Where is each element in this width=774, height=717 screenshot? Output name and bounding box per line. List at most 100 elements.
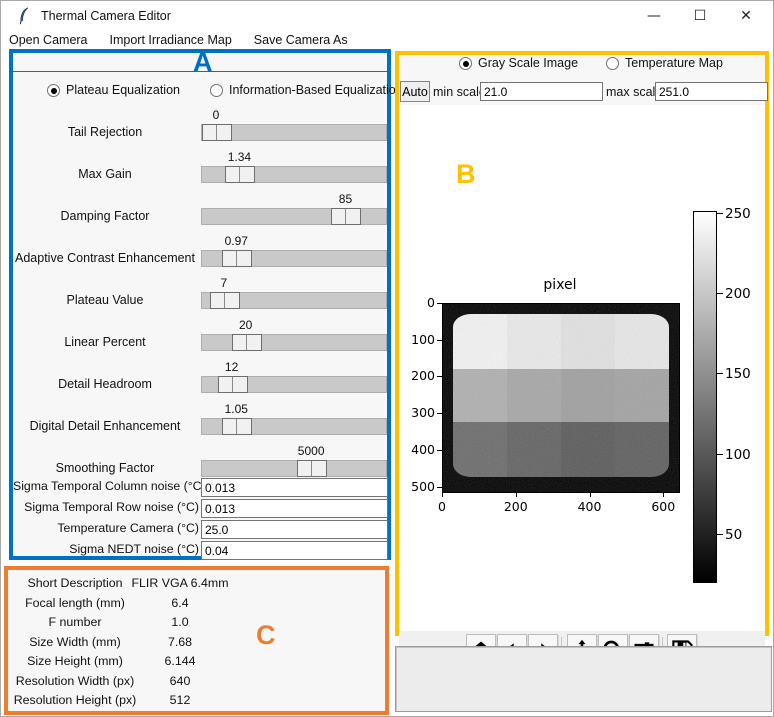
x-axis-tick-mark [590, 492, 591, 497]
slider-value: 0 [176, 108, 256, 122]
entry-label: Sigma Temporal Column noise (°C) [13, 478, 199, 495]
title-bar: Thermal Camera Editor — ☐ ✕ [1, 1, 773, 31]
radio-temperature-map[interactable] [606, 57, 619, 70]
thermal-test-image [453, 314, 669, 477]
colorbar-tick-label: 100 [725, 449, 765, 461]
slider-value: 12 [192, 360, 272, 374]
slider-label: Damping Factor [13, 208, 197, 225]
slider-handle[interactable] [202, 124, 232, 141]
radio-temperature-map-label: Temperature Map [625, 56, 723, 71]
slider-handle[interactable] [222, 250, 252, 267]
image-patch [561, 369, 615, 421]
close-icon[interactable]: ✕ [723, 1, 769, 31]
slider-handle[interactable] [218, 376, 248, 393]
menu-open-camera[interactable]: Open Camera [1, 31, 99, 49]
colorbar-tick-mark [717, 454, 723, 455]
entry-field[interactable] [201, 499, 388, 518]
slider-value: 7 [184, 276, 264, 290]
annotation-letter-c: C [256, 622, 276, 649]
slider-track[interactable] [201, 460, 387, 477]
camera-info-value: 640 [120, 672, 240, 690]
slider-label: Detail Headroom [13, 376, 197, 393]
slider-label: Linear Percent [13, 334, 197, 351]
max-scale-input[interactable] [655, 82, 768, 101]
image-patch [507, 314, 561, 369]
menu-save-camera-as[interactable]: Save Camera As [243, 31, 359, 49]
minimize-icon[interactable]: — [631, 1, 677, 31]
annotation-letter-a: A [193, 49, 213, 76]
slider-value: 1.05 [196, 402, 276, 416]
section-c-panel: C Short DescriptionFLIR VGA 6.4mmFocal l… [4, 566, 389, 715]
entry-field[interactable] [201, 478, 388, 497]
slider-label: Digital Detail Enhancement [13, 418, 197, 435]
radio-information-based-equalization-label: Information-Based Equalization [229, 83, 403, 98]
entry-label: Temperature Camera (°C) [13, 520, 199, 537]
x-axis-tick-mark [663, 492, 664, 497]
slider-handle[interactable] [225, 166, 255, 183]
entry-label: Sigma NEDT noise (°C) [13, 541, 199, 558]
plot-title: pixel [442, 277, 678, 293]
menu-import-irradiance-map[interactable]: Import Irradiance Map [99, 31, 243, 49]
slider-track[interactable] [201, 334, 387, 351]
colorbar [693, 211, 717, 583]
slider-label: Plateau Value [13, 292, 197, 309]
y-axis-tick-mark [437, 340, 442, 341]
entry-label: Sigma Temporal Row noise (°C) [13, 499, 199, 516]
slider-label: Max Gain [13, 166, 197, 183]
plot-axes [442, 303, 680, 493]
image-patch [507, 422, 561, 477]
slider-handle[interactable] [331, 208, 361, 225]
slider-handle[interactable] [222, 418, 252, 435]
slider-track[interactable] [201, 124, 387, 141]
entry-field[interactable] [201, 541, 388, 560]
slider-track[interactable] [201, 250, 387, 267]
colorbar-tick-mark [717, 293, 723, 294]
y-axis-tick-label: 200 [405, 370, 435, 382]
x-axis-tick-label: 0 [422, 499, 462, 514]
radio-information-based-equalization[interactable] [210, 84, 223, 97]
window-controls: — ☐ ✕ [631, 1, 769, 31]
radio-gray-scale-image[interactable] [459, 57, 472, 70]
colorbar-tick-mark [717, 534, 723, 535]
annotation-letter-b: B [456, 161, 476, 188]
slider-handle[interactable] [232, 334, 262, 351]
y-axis-tick-label: 400 [405, 444, 435, 456]
y-axis-tick-label: 0 [405, 297, 435, 309]
camera-info-value: 6.144 [120, 652, 240, 670]
colorbar-tick-label: 200 [725, 288, 765, 300]
slider-handle[interactable] [210, 292, 240, 309]
slider-track[interactable] [201, 208, 387, 225]
auto-button[interactable]: Auto [400, 81, 430, 102]
slider-value: 5000 [271, 444, 351, 458]
slider-handle[interactable] [297, 460, 327, 477]
section-b-panel: B Gray Scale Image Temperature Map Auto … [395, 51, 769, 636]
slider-value: 1.34 [199, 150, 279, 164]
image-patch [453, 314, 507, 369]
maximize-icon[interactable]: ☐ [677, 1, 723, 31]
image-patch [453, 422, 507, 477]
slider-track[interactable] [201, 418, 387, 435]
x-axis-tick-label: 200 [496, 499, 536, 514]
colorbar-tick-mark [717, 213, 723, 214]
radio-plateau-equalization[interactable] [47, 84, 60, 97]
status-output-panel [395, 646, 772, 712]
slider-value: 20 [206, 318, 286, 332]
slider-track[interactable] [201, 166, 387, 183]
matplotlib-figure: pixel 0100200300400500 0200400600 250200… [399, 105, 765, 632]
y-axis-tick-label: 100 [405, 334, 435, 346]
min-scale-label: min scale [433, 82, 486, 102]
tk-feather-icon [17, 7, 32, 25]
camera-info-value: 512 [120, 691, 240, 709]
image-patch [615, 314, 669, 369]
image-patch [615, 369, 669, 421]
entry-field[interactable] [201, 520, 388, 539]
slider-track[interactable] [201, 376, 387, 393]
min-scale-input[interactable] [480, 82, 603, 101]
radio-gray-scale-image-label: Gray Scale Image [478, 56, 578, 71]
menu-bar: Open Camera Import Irradiance Map Save C… [1, 31, 773, 49]
image-patch [453, 369, 507, 421]
slider-track[interactable] [201, 292, 387, 309]
slider-value: 0.97 [196, 234, 276, 248]
max-scale-label: max scale [606, 82, 662, 102]
image-patch [561, 422, 615, 477]
